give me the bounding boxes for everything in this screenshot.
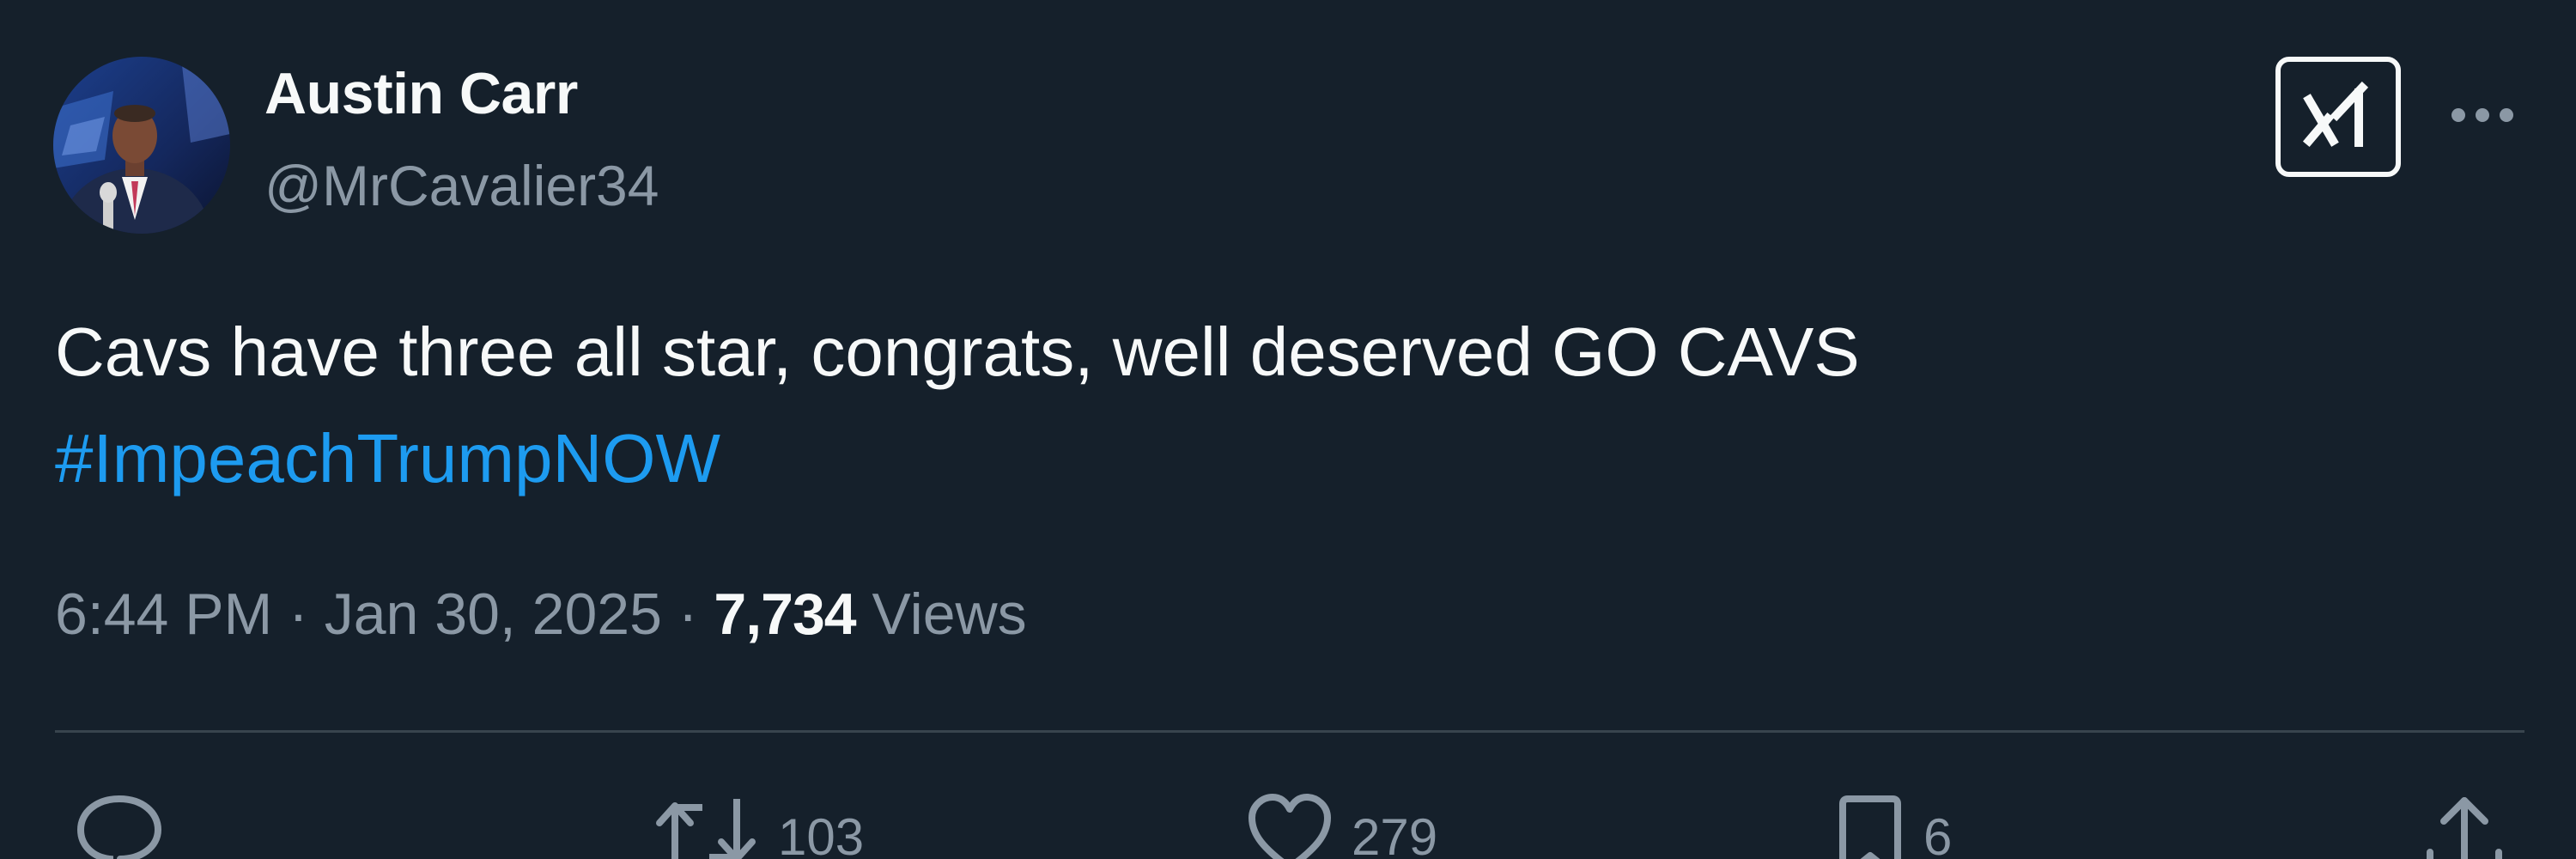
reply-icon <box>72 792 167 859</box>
heart-icon <box>1247 792 1333 859</box>
tweet-card: Austin Carr @MrCavalier34 Cavs have thre… <box>0 0 2576 859</box>
meta-separator: · <box>677 582 698 647</box>
avatar[interactable] <box>53 57 230 234</box>
meta-separator: · <box>289 582 308 647</box>
share-icon <box>2421 792 2507 859</box>
bookmark-button[interactable]: 6 <box>1836 792 1952 859</box>
grok-icon <box>2302 81 2374 154</box>
views-label: Views <box>872 582 1027 647</box>
views-count: 7,734 <box>714 582 856 647</box>
tweet-body: Cavs have three all star, congrats, well… <box>55 314 1860 390</box>
tweet-text: Cavs have three all star, congrats, well… <box>55 299 2511 512</box>
author-display-name[interactable]: Austin Carr <box>264 60 578 127</box>
share-button[interactable] <box>2421 792 2507 859</box>
hashtag-link[interactable]: #ImpeachTrumpNOW <box>55 405 2511 512</box>
retweet-count: 103 <box>778 808 865 859</box>
bookmark-count: 6 <box>1923 808 1953 859</box>
tweet-meta: 6:44 PM · Jan 30, 2025 · 7,734 Views <box>55 581 1027 648</box>
retweet-icon <box>653 792 759 859</box>
grok-button[interactable] <box>2275 57 2401 177</box>
reply-button[interactable] <box>72 792 185 859</box>
tweet-date[interactable]: Jan 30, 2025 <box>325 582 662 647</box>
more-options-button[interactable] <box>2444 91 2521 143</box>
tweet-time[interactable]: 6:44 PM <box>55 582 272 647</box>
more-dots-icon <box>2448 107 2517 128</box>
divider <box>55 730 2524 733</box>
like-button[interactable]: 279 <box>1247 792 1437 859</box>
bookmark-icon <box>1836 792 1905 859</box>
like-count: 279 <box>1352 808 1438 859</box>
retweet-button[interactable]: 103 <box>653 792 864 859</box>
author-handle[interactable]: @MrCavalier34 <box>264 153 659 218</box>
